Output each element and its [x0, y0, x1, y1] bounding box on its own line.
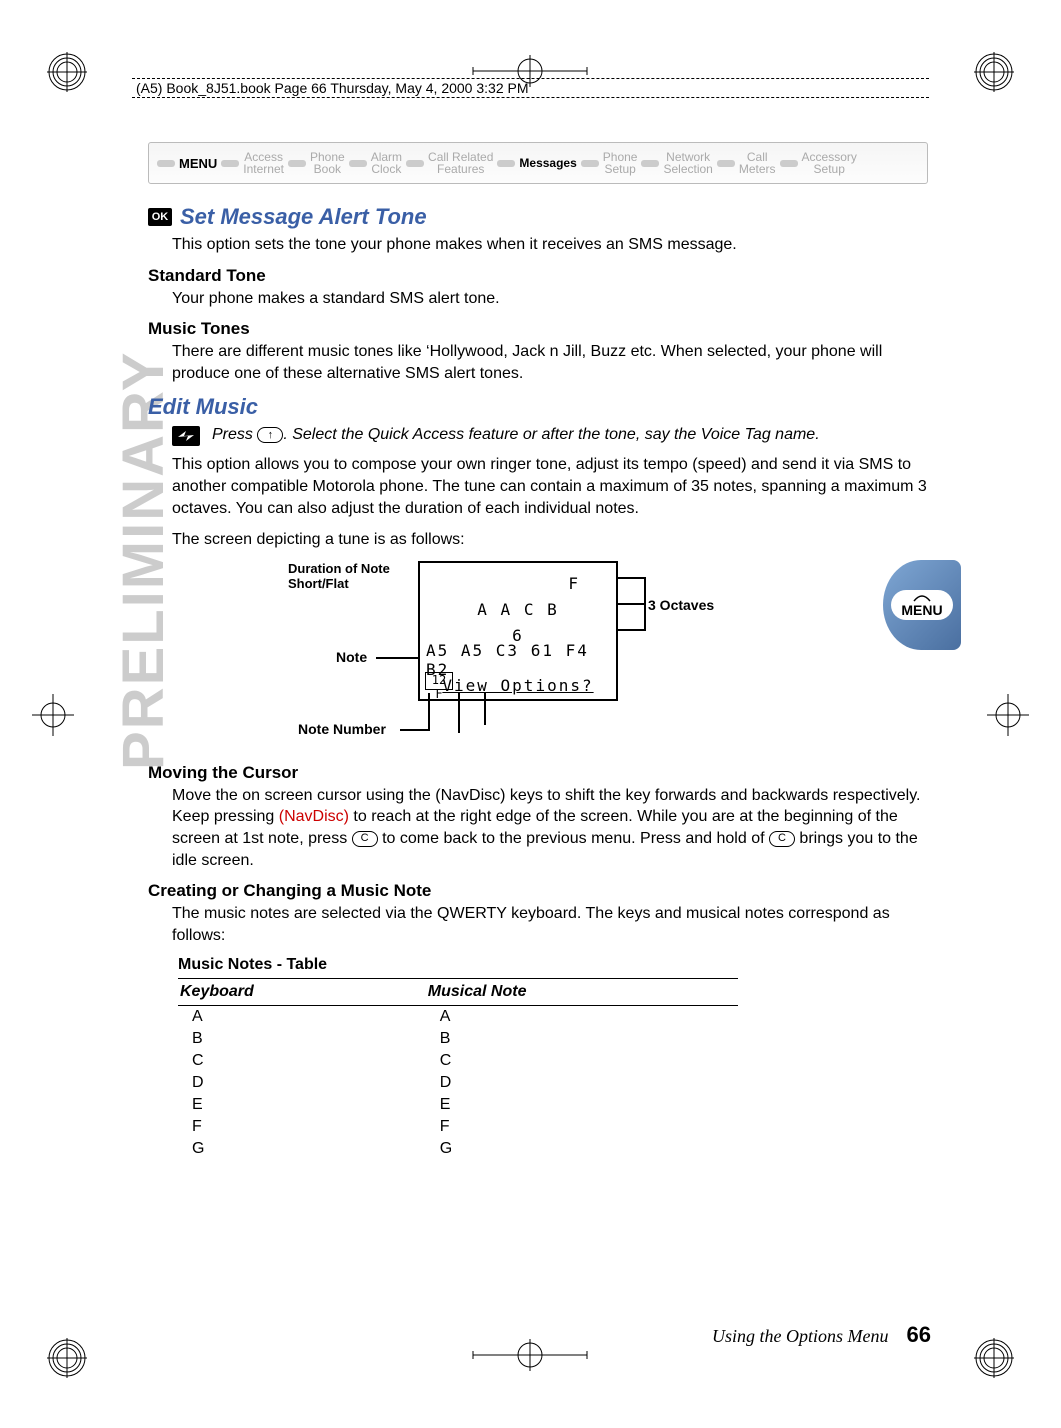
- paragraph-creating: The music notes are selected via the QWE…: [172, 903, 928, 946]
- menu-pill-icon: [717, 160, 735, 167]
- menu-pill-icon: [406, 160, 424, 167]
- arrow-dur-v: [484, 693, 486, 725]
- note-text: Press ↑. Select the Quick Access feature…: [212, 424, 820, 446]
- table-row: BB: [178, 1028, 738, 1050]
- table-row: DD: [178, 1072, 738, 1094]
- menu-item-call-meters: CallMeters: [739, 151, 776, 175]
- screen-row-view-options: View Options?: [426, 673, 610, 699]
- crop-mark-left: [28, 690, 78, 740]
- menu-item-phone-setup: PhoneSetup: [603, 151, 638, 175]
- menu-item-call-related: Call RelatedFeatures: [428, 151, 493, 175]
- screen-row-f: F: [426, 571, 610, 597]
- heading-standard-tone: Standard Tone: [148, 266, 928, 286]
- screen-row-aacb: A A C B: [426, 597, 610, 623]
- paragraph-edit-music-2: The screen depicting a tune is as follow…: [172, 529, 928, 551]
- navdisc-text: (NavDisc): [435, 787, 505, 804]
- paragraph-moving-cursor: Move the on screen cursor using the (Nav…: [172, 785, 928, 871]
- page-footer: Using the Options Menu 66: [712, 1322, 931, 1348]
- registration-mark-top-right: [972, 50, 1016, 94]
- c-key-icon: C: [769, 831, 795, 847]
- menu-pill-icon: [497, 160, 515, 167]
- paragraph-set-message: This option sets the tone your phone mak…: [172, 234, 928, 256]
- heading-text: Edit Music: [148, 394, 258, 420]
- figure-label-note-number: Note Number: [298, 721, 386, 737]
- paragraph-music-tones: There are different music tones like ‘Ho…: [172, 341, 928, 384]
- page-header-line: (A5) Book_8J51.book Page 66 Thursday, Ma…: [132, 78, 929, 98]
- heading-music-tones: Music Tones: [148, 319, 928, 339]
- menu-item-alarm-clock: AlarmClock: [371, 151, 402, 175]
- registration-mark-bottom-left: [45, 1336, 89, 1380]
- heading-edit-music: Edit Music: [148, 394, 928, 420]
- menu-item-accessory-setup: AccessorySetup: [802, 151, 857, 175]
- music-notes-table: Music Notes - Table Keyboard Musical Not…: [178, 956, 738, 1160]
- ok-icon: OK: [148, 208, 172, 226]
- menu-breadcrumb-strip: MENU AccessInternet PhoneBook AlarmClock…: [148, 142, 928, 184]
- arrow-oct-2: [618, 603, 646, 605]
- heading-moving-cursor: Moving the Cursor: [148, 763, 928, 783]
- c-key-icon: C: [352, 831, 378, 847]
- menu-label: MENU: [179, 156, 217, 171]
- arrow-oct-bracket: [644, 577, 646, 631]
- crop-mark-right: [983, 690, 1033, 740]
- heading-set-message-alert-tone: OK Set Message Alert Tone: [148, 204, 928, 230]
- arrow-oct-1: [618, 577, 646, 579]
- quick-access-note: Press ↑. Select the Quick Access feature…: [172, 424, 928, 446]
- table-caption: Music Notes - Table: [178, 956, 738, 974]
- menu-pill-icon: [288, 160, 306, 167]
- heading-creating-changing: Creating or Changing a Music Note: [148, 881, 928, 901]
- table-row: AA: [178, 1006, 738, 1029]
- menu-item-messages: Messages: [519, 157, 576, 169]
- screen-figure: F A A C B 6 A5 A5 C3 61 F4 B2 View Optio…: [148, 561, 928, 751]
- menu-pill-icon: [641, 160, 659, 167]
- registration-mark-top-left: [45, 50, 89, 94]
- arrow-notenum-v: [428, 693, 430, 731]
- table-header-row: Keyboard Musical Note: [178, 979, 738, 1006]
- page-content: OK Set Message Alert Tone This option se…: [148, 204, 928, 1160]
- arrow-notenum-h: [400, 729, 428, 731]
- lightning-icon: [172, 426, 200, 446]
- table-row: FF: [178, 1116, 738, 1138]
- table-col-keyboard: Keyboard: [178, 979, 426, 1006]
- menu-pill-icon: [581, 160, 599, 167]
- table-row: CC: [178, 1050, 738, 1072]
- figure-label-3-octaves: 3 Octaves: [648, 597, 714, 613]
- menu-side-button: MENU: [883, 560, 961, 650]
- menu-button-arc-icon: [913, 594, 931, 602]
- arrow-sf-v: [458, 693, 460, 733]
- table-row: GG: [178, 1138, 738, 1160]
- figure-label-note: Note: [336, 649, 367, 665]
- arrow-note: [376, 657, 418, 659]
- navdisc-red-text: (NavDisc): [279, 808, 349, 825]
- menu-pill-icon: [221, 160, 239, 167]
- menu-item-phone-book: PhoneBook: [310, 151, 345, 175]
- paragraph-standard-tone: Your phone makes a standard SMS alert to…: [172, 288, 928, 310]
- menu-pill-icon: [780, 160, 798, 167]
- arrow-oct-3: [618, 629, 646, 631]
- up-key-icon: ↑: [257, 427, 283, 443]
- menu-pill-icon: [349, 160, 367, 167]
- menu-pill-icon: [157, 160, 175, 167]
- note-number-box: 12 F: [425, 672, 453, 690]
- screen-row-notes: A5 A5 C3 61 F4 B2: [426, 647, 610, 673]
- page-number: 66: [907, 1322, 931, 1348]
- footer-text: Using the Options Menu: [712, 1326, 888, 1347]
- menu-item-network-selection: NetworkSelection: [663, 151, 712, 175]
- table-col-musical-note: Musical Note: [426, 979, 738, 1006]
- heading-text: Set Message Alert Tone: [180, 204, 427, 230]
- menu-button-label: MENU: [891, 590, 952, 620]
- table-row: EE: [178, 1094, 738, 1116]
- paragraph-edit-music-1: This option allows you to compose your o…: [172, 454, 928, 519]
- registration-mark-bottom-right: [972, 1336, 1016, 1380]
- menu-item-access-internet: AccessInternet: [243, 151, 284, 175]
- crop-mark-bottom: [465, 1330, 595, 1380]
